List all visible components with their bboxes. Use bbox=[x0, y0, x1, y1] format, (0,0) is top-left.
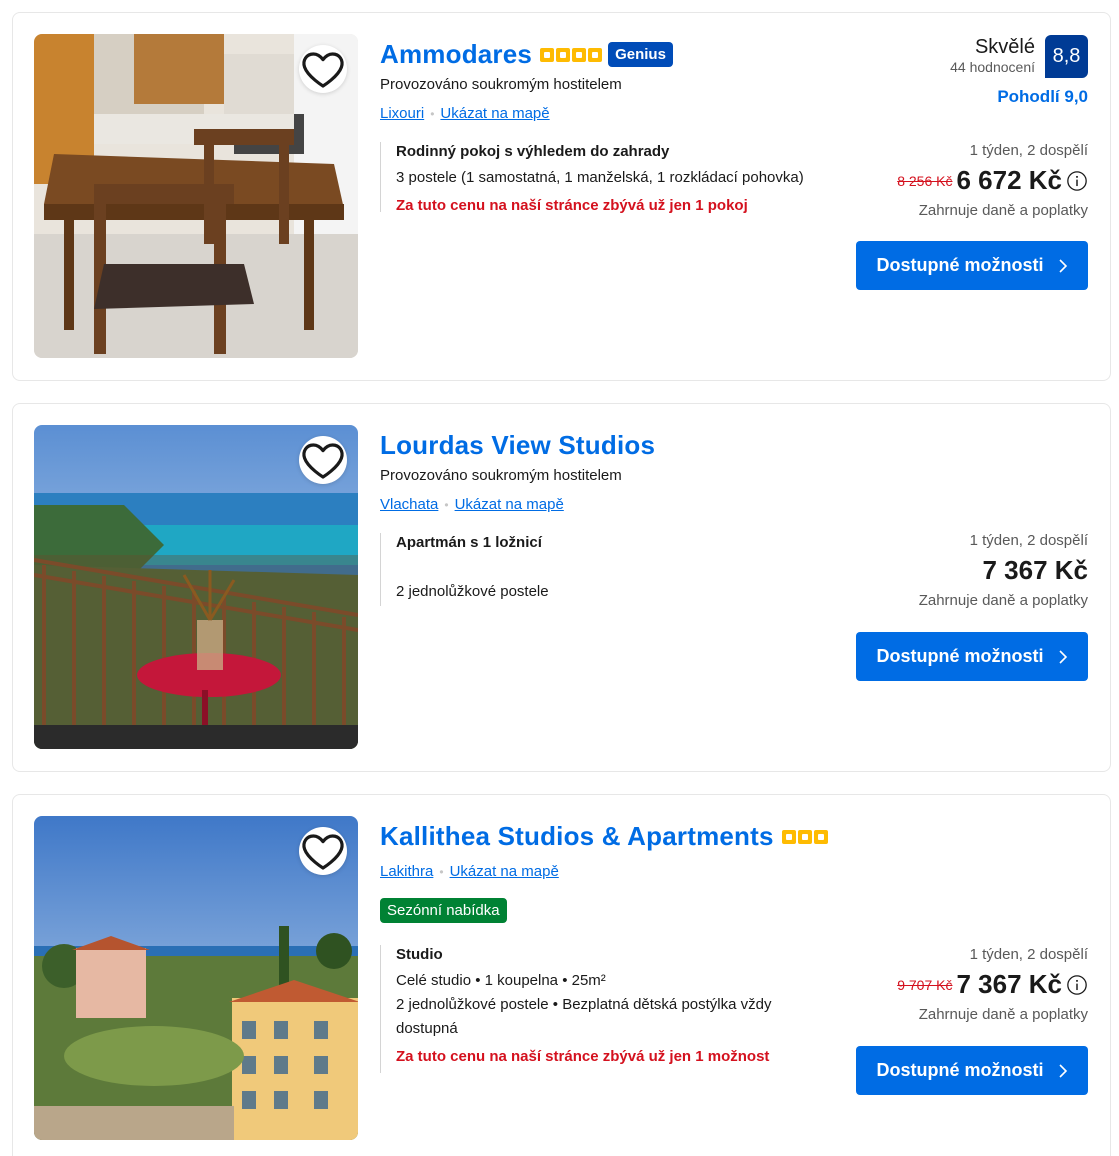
star-icon bbox=[540, 47, 555, 62]
property-info: Ammodares Genius Provozováno soukromým h… bbox=[380, 13, 1110, 380]
original-price: 9 707 Kč bbox=[897, 976, 953, 993]
location-link[interactable]: Lakithra bbox=[380, 863, 433, 880]
review-summary: Skvělé 44 hodnocení bbox=[950, 35, 1035, 75]
title-row: Kallithea Studios & Apartments bbox=[380, 821, 828, 852]
score-word: Skvělé bbox=[974, 36, 1035, 58]
room-facilities: Celé studio • 1 koupelna • 25m² bbox=[396, 972, 606, 989]
review-score[interactable]: Skvělé 44 hodnocení 8,8 bbox=[950, 35, 1088, 78]
room-beds: 2 jednolůžkové postele • Bezplatná dětsk… bbox=[396, 996, 772, 1037]
property-name[interactable]: Lourdas View Studios bbox=[380, 430, 655, 461]
current-price: 7 367 Kč bbox=[982, 555, 1088, 585]
info-icon[interactable] bbox=[1066, 170, 1088, 192]
star-rating bbox=[540, 47, 603, 62]
star-icon bbox=[588, 47, 603, 62]
star-icon bbox=[556, 47, 571, 62]
price-row: 8 256 Kč 6 672 Kč bbox=[897, 165, 1088, 196]
room-info: Apartmán s 1 ložnicí 2 jednolůžkové post… bbox=[380, 533, 832, 606]
property-name[interactable]: Kallithea Studios & Apartments bbox=[380, 821, 774, 852]
stay-guests: 1 týden, 2 dospělí bbox=[969, 142, 1088, 159]
score-badge: 8,8 bbox=[1045, 35, 1088, 78]
see-availability-label: Dostupné možnosti bbox=[876, 646, 1044, 666]
property-info: Lourdas View Studios Provozováno soukrom… bbox=[380, 404, 1110, 771]
see-availability-label: Dostupné možnosti bbox=[876, 1060, 1044, 1080]
property-name[interactable]: Ammodares bbox=[380, 39, 532, 70]
chevron-right-icon bbox=[1058, 258, 1067, 273]
room-beds: 3 postele (1 samostatná, 1 manželská, 1 … bbox=[396, 169, 804, 186]
review-count: 44 hodnocení bbox=[950, 59, 1035, 75]
property-photo[interactable] bbox=[34, 816, 358, 1140]
current-price: 7 367 Kč bbox=[956, 969, 1062, 999]
location-link[interactable]: Lixouri bbox=[380, 105, 424, 122]
property-info: Kallithea Studios & Apartments Lakithra … bbox=[380, 795, 1110, 1156]
star-icon bbox=[781, 829, 796, 844]
property-card-ammodares: Ammodares Genius Provozováno soukromým h… bbox=[12, 12, 1111, 381]
see-availability-label: Dostupné možnosti bbox=[876, 255, 1044, 275]
chevron-right-icon bbox=[1058, 1063, 1067, 1078]
star-icon bbox=[572, 47, 587, 62]
price-block: 1 týden, 2 dospělí 8 256 Kč 6 672 Kč Zah… bbox=[897, 142, 1088, 219]
property-photo[interactable] bbox=[34, 425, 358, 749]
see-availability-button[interactable]: Dostupné možnosti bbox=[856, 241, 1088, 290]
taxes-note: Zahrnuje daně a poplatky bbox=[918, 202, 1088, 219]
property-photo[interactable] bbox=[34, 34, 358, 358]
heart-icon bbox=[302, 443, 344, 479]
room-info: Rodinný pokoj s výhledem do zahrady 3 po… bbox=[380, 142, 832, 214]
property-card-lourdas: Lourdas View Studios Provozováno soukrom… bbox=[12, 403, 1111, 772]
heart-icon bbox=[302, 834, 344, 870]
save-favorite-button[interactable] bbox=[299, 436, 347, 484]
separator-dot: • bbox=[444, 497, 449, 512]
show-on-map-link[interactable]: Ukázat na mapě bbox=[450, 863, 559, 880]
scarcity-message: Za tuto cenu na naší stránce zbývá už je… bbox=[396, 197, 748, 214]
host-type: Provozováno soukromým hostitelem bbox=[380, 467, 622, 484]
stay-guests: 1 týden, 2 dospělí bbox=[969, 532, 1088, 549]
location-link[interactable]: Vlachata bbox=[380, 496, 438, 513]
location-score: Pohodlí 9,0 bbox=[997, 87, 1088, 106]
seasonal-deal-badge: Sezónní nabídka bbox=[380, 898, 507, 923]
room-name: Apartmán s 1 ložnicí bbox=[396, 534, 542, 551]
stay-guests: 1 týden, 2 dospělí bbox=[969, 946, 1088, 963]
price-block: 1 týden, 2 dospělí 9 707 Kč 7 367 Kč Zah… bbox=[897, 946, 1088, 1023]
location-links: Lixouri • Ukázat na mapě bbox=[380, 105, 550, 122]
heart-icon bbox=[302, 52, 344, 88]
info-icon[interactable] bbox=[1066, 974, 1088, 996]
taxes-note: Zahrnuje daně a poplatky bbox=[918, 592, 1088, 609]
scarcity-message: Za tuto cenu na naší stránce zbývá už je… bbox=[396, 1048, 770, 1065]
show-on-map-link[interactable]: Ukázat na mapě bbox=[455, 496, 564, 513]
room-beds: 2 jednolůžkové postele bbox=[396, 583, 549, 600]
title-row: Ammodares Genius bbox=[380, 39, 673, 70]
location-links: Lakithra • Ukázat na mapě bbox=[380, 863, 559, 880]
room-info: Studio Celé studio • 1 koupelna • 25m² 2… bbox=[380, 945, 832, 1073]
star-icon bbox=[797, 829, 812, 844]
price-block: 1 týden, 2 dospělí 7 367 Kč Zahrnuje dan… bbox=[919, 532, 1088, 609]
separator-dot: • bbox=[439, 864, 444, 879]
original-price: 8 256 Kč bbox=[897, 172, 953, 189]
title-row: Lourdas View Studios bbox=[380, 430, 655, 461]
taxes-note: Zahrnuje daně a poplatky bbox=[918, 1006, 1088, 1023]
show-on-map-link[interactable]: Ukázat na mapě bbox=[440, 105, 549, 122]
separator-dot: • bbox=[430, 106, 435, 121]
price-row: 7 367 Kč bbox=[919, 555, 1088, 586]
price-row: 9 707 Kč 7 367 Kč bbox=[897, 969, 1088, 1000]
save-favorite-button[interactable] bbox=[299, 827, 347, 875]
star-rating bbox=[781, 829, 828, 844]
room-name: Studio bbox=[396, 946, 443, 963]
see-availability-button[interactable]: Dostupné možnosti bbox=[856, 1046, 1088, 1095]
room-name: Rodinný pokoj s výhledem do zahrady bbox=[396, 143, 670, 160]
property-card-kallithea: Kallithea Studios & Apartments Lakithra … bbox=[12, 794, 1111, 1156]
star-icon bbox=[813, 829, 828, 844]
current-price: 6 672 Kč bbox=[956, 165, 1062, 195]
chevron-right-icon bbox=[1058, 649, 1067, 664]
save-favorite-button[interactable] bbox=[299, 45, 347, 93]
host-type: Provozováno soukromým hostitelem bbox=[380, 76, 622, 93]
genius-badge: Genius bbox=[608, 42, 673, 67]
see-availability-button[interactable]: Dostupné možnosti bbox=[856, 632, 1088, 681]
location-links: Vlachata • Ukázat na mapě bbox=[380, 496, 564, 513]
